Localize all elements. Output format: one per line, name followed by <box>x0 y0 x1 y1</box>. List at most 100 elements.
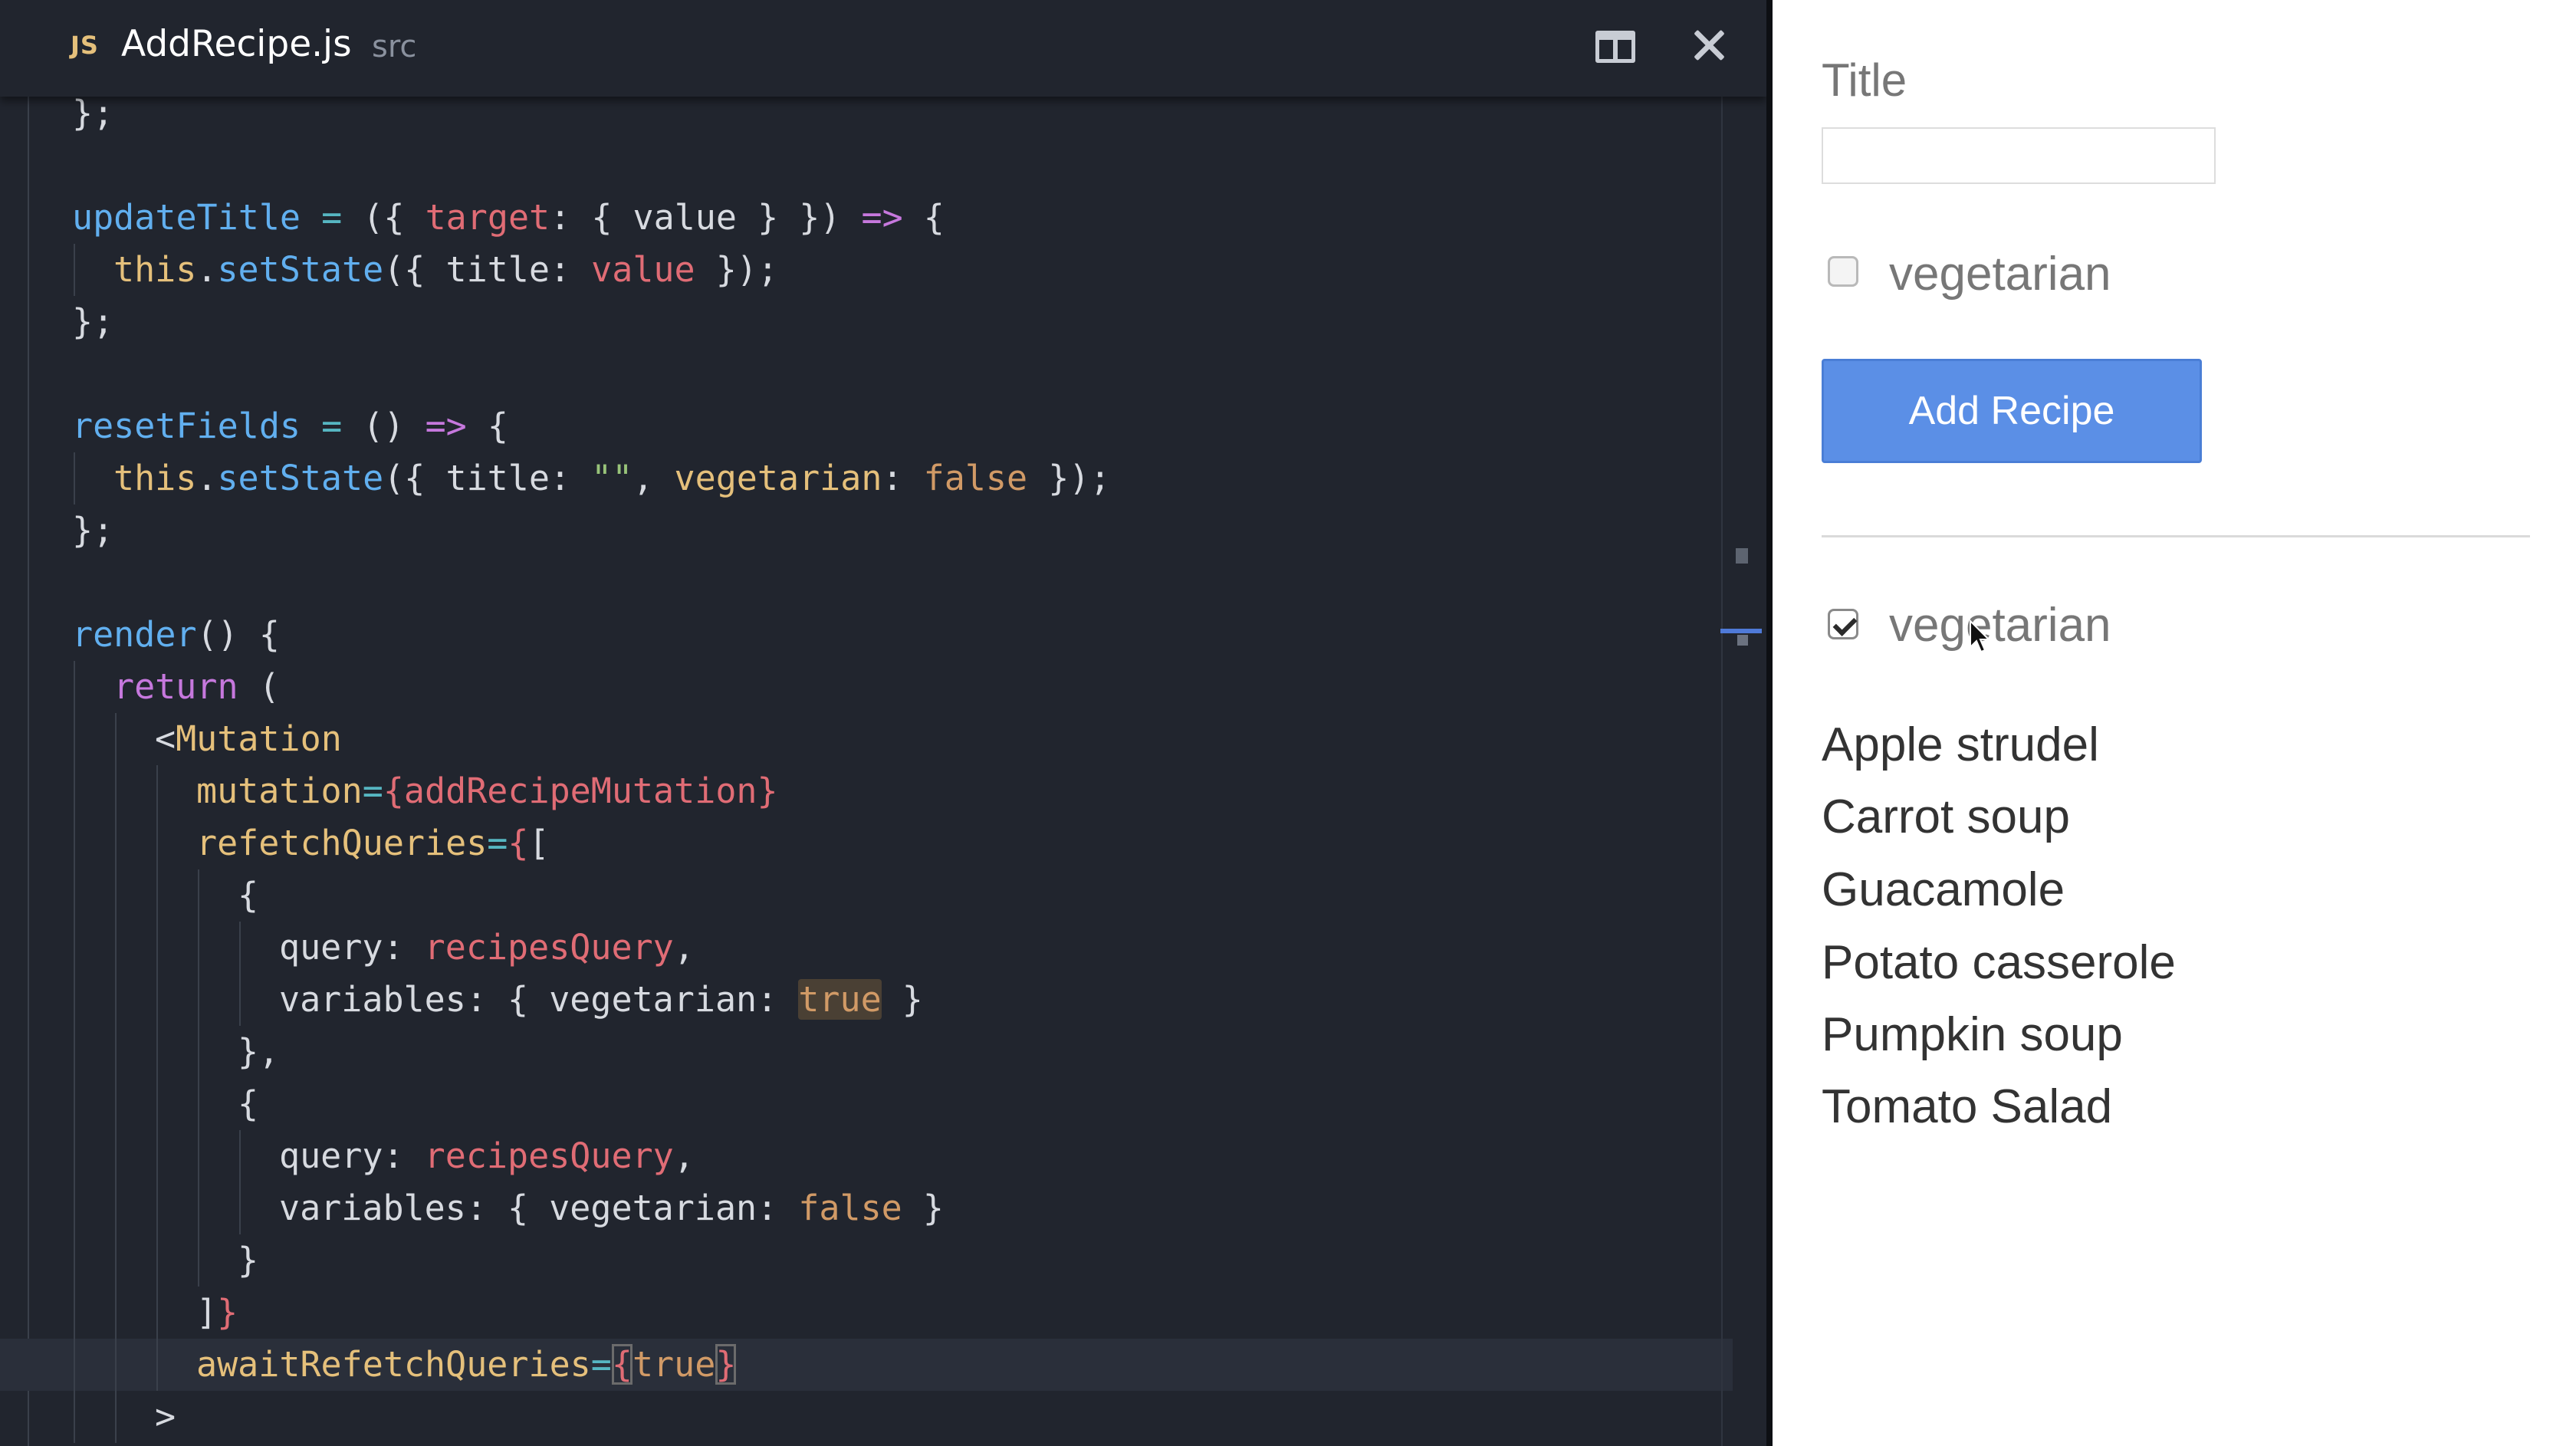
divider <box>1822 535 2530 537</box>
code-token: = <box>362 771 383 811</box>
code-token: recipesQuery <box>424 927 674 968</box>
overview-ruler-mark <box>1736 548 1748 564</box>
code-line[interactable]: }; <box>0 296 1733 348</box>
indent-guide <box>74 1078 75 1130</box>
code-line[interactable]: render() { <box>0 609 1733 661</box>
form-vegetarian-checkbox[interactable] <box>1828 256 1858 287</box>
list-item: Apple strudel <box>1822 718 2099 771</box>
code-line[interactable] <box>0 348 1733 400</box>
code-token: : { value } }) <box>550 197 862 238</box>
code-line[interactable]: { <box>0 869 1733 922</box>
code-text: { <box>238 1078 258 1130</box>
split-editor-icon[interactable] <box>1595 31 1635 63</box>
code-token: , <box>673 1135 695 1176</box>
mouse-pointer-icon <box>1970 619 1991 653</box>
indent-guide <box>115 1234 117 1287</box>
indent-guide <box>115 817 117 869</box>
code-line[interactable]: return ( <box>0 661 1733 713</box>
title-input[interactable] <box>1822 127 2216 184</box>
code-token: } <box>715 1344 737 1385</box>
code-line[interactable]: this.setState({ title: value }); <box>0 244 1733 296</box>
code-token: variables: { vegetarian: <box>279 979 799 1020</box>
code-token: variables: { vegetarian: <box>279 1188 799 1228</box>
indent-guide <box>239 1182 241 1234</box>
indent-guide <box>115 765 117 817</box>
code-token: . <box>196 458 218 498</box>
indent-guide <box>74 244 75 296</box>
code-editor-pane[interactable]: JS AddRecipe.js src }; updateTitle = ({ t… <box>0 0 1766 1446</box>
code-token: } <box>238 1240 259 1280</box>
code-token: Mutation <box>176 718 342 759</box>
code-line[interactable]: this.setState({ title: "", vegetarian: f… <box>0 452 1733 504</box>
code-token: vegetarian <box>674 458 882 498</box>
code-text: refetchQueries={[ <box>196 817 550 869</box>
indent-guide <box>198 1182 199 1234</box>
code-token: this <box>113 249 197 290</box>
indent-guide <box>115 1287 117 1339</box>
add-recipe-button[interactable]: Add Recipe <box>1822 359 2202 463</box>
pane-divider[interactable] <box>1766 0 1773 1446</box>
code-text: query: recipesQuery, <box>279 922 695 974</box>
indent-guide <box>74 922 75 974</box>
code-line[interactable]: }, <box>0 1026 1733 1078</box>
code-token: value <box>591 249 695 290</box>
code-line[interactable]: resetFields = () => { <box>0 400 1733 452</box>
close-icon[interactable] <box>1691 28 1727 63</box>
indent-guide <box>74 817 75 869</box>
code-line[interactable]: updateTitle = ({ target: { value } }) =>… <box>0 192 1733 244</box>
code-line[interactable]: variables: { vegetarian: false } <box>0 1182 1733 1234</box>
indent-guide <box>115 1391 117 1443</box>
indent-guide <box>74 869 75 922</box>
code-token: target <box>425 197 550 238</box>
code-text: }, <box>238 1026 279 1078</box>
code-line[interactable]: { <box>0 1078 1733 1130</box>
code-text: resetFields = () => { <box>72 400 508 452</box>
indent-guide <box>74 661 75 713</box>
code-token: }; <box>72 93 114 133</box>
indent-guide <box>156 922 158 974</box>
indent-guide <box>198 1130 199 1182</box>
indent-guide <box>239 974 241 1026</box>
code-line[interactable]: refetchQueries={[ <box>0 817 1733 869</box>
code-line[interactable]: } <box>0 1234 1733 1287</box>
code-token: }, <box>238 1031 280 1072</box>
code-token: recipesQuery <box>424 1135 674 1176</box>
code-line[interactable]: ]} <box>0 1287 1733 1339</box>
code-line[interactable]: > <box>0 1391 1733 1443</box>
code-token: awaitRefetchQueries <box>196 1344 591 1385</box>
code-token: { <box>466 406 508 446</box>
indent-guide <box>74 1182 75 1234</box>
code-token: , <box>673 927 695 968</box>
code-token: mutation <box>196 771 363 811</box>
code-area[interactable]: }; updateTitle = ({ target: { value } }) … <box>0 87 1733 1446</box>
code-line[interactable] <box>0 557 1733 609</box>
code-line[interactable]: <Mutation <box>0 713 1733 765</box>
indent-guide <box>115 974 117 1026</box>
code-line[interactable]: variables: { vegetarian: true } <box>0 974 1733 1026</box>
code-token: return <box>113 666 238 707</box>
code-line[interactable]: awaitRefetchQueries={true} <box>0 1339 1733 1391</box>
list-item: Potato casserole <box>1822 936 2176 989</box>
filter-vegetarian-checkbox[interactable] <box>1828 609 1858 639</box>
indent-guide <box>156 1234 158 1287</box>
indent-guide <box>74 713 75 765</box>
filter-vegetarian-label[interactable]: vegetarian <box>1889 598 2111 652</box>
indent-guide <box>115 922 117 974</box>
indent-guide <box>115 869 117 922</box>
indent-guide <box>156 1287 158 1339</box>
form-vegetarian-label[interactable]: vegetarian <box>1889 247 2111 301</box>
code-token: : <box>882 458 924 498</box>
code-line[interactable]: }; <box>0 504 1733 557</box>
code-text: query: recipesQuery, <box>279 1130 695 1182</box>
list-item: Pumpkin soup <box>1822 1008 2123 1061</box>
code-text: mutation={addRecipeMutation} <box>196 765 778 817</box>
code-line[interactable]: query: recipesQuery, <box>0 1130 1733 1182</box>
overview-ruler-cursor-mark <box>1720 629 1762 633</box>
code-token: = <box>301 197 363 238</box>
code-token: }); <box>695 249 778 290</box>
indent-guide <box>156 1130 158 1182</box>
code-line[interactable] <box>0 140 1733 192</box>
code-line[interactable]: query: recipesQuery, <box>0 922 1733 974</box>
tab-filename[interactable]: AddRecipe.js <box>121 23 352 65</box>
code-line[interactable]: mutation={addRecipeMutation} <box>0 765 1733 817</box>
